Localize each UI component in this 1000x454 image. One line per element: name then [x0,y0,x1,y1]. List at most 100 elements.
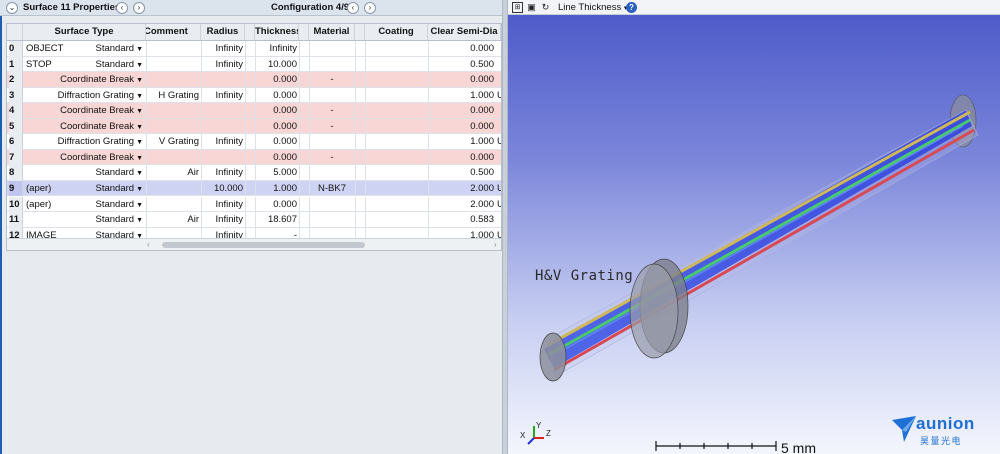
table-row[interactable]: 1 STOP Standard ▼ Infinity 10.000 0.500 [7,56,501,73]
col-clear-semi-dia[interactable]: Clear Semi-Dia [428,24,501,40]
comment-cell[interactable]: Air [147,212,199,227]
scroll-left-icon[interactable]: ‹ [147,240,150,249]
comment-cell[interactable] [147,150,199,165]
coating-cell[interactable] [366,41,427,56]
table-row[interactable]: 3 Diffraction Grating ▼ H Grating Infinity 0.… [7,87,501,104]
coating-cell[interactable] [366,134,427,149]
line-thickness-dropdown[interactable]: Line Thickness ▾ [558,2,627,13]
surface-next-button[interactable]: › [133,2,145,14]
clear-semi-dia-cell[interactable]: 1.000 [428,88,494,103]
surface-type-select[interactable]: Diffraction Grating ▼ [27,134,143,149]
radius-cell[interactable]: Infinity [202,88,243,103]
radius-cell[interactable]: Infinity [202,134,243,149]
col-radius[interactable]: Radius [201,24,245,40]
clear-semi-dia-cell[interactable]: 0.500 [428,165,494,180]
thickness-cell[interactable]: 0.000 [256,103,297,118]
thickness-cell[interactable]: 10.000 [256,57,297,72]
radius-cell[interactable] [202,150,243,165]
thickness-cell[interactable]: 18.607 [256,212,297,227]
horizontal-scrollbar[interactable]: ‹ › [7,238,501,250]
comment-cell[interactable] [147,57,199,72]
row-number[interactable]: 3 [9,87,23,104]
material-cell[interactable] [310,41,354,56]
clear-semi-dia-cell[interactable]: 0.000 [428,103,494,118]
scrollbar-thumb[interactable] [162,242,365,248]
table-row[interactable]: 5 Coordinate Break ▼ 0.000-0.000 [7,118,501,135]
row-number[interactable]: 5 [9,118,23,135]
coating-cell[interactable] [366,150,427,165]
col-comment[interactable]: Comment [146,24,201,40]
radius-cell[interactable]: Infinity [202,57,243,72]
row-number[interactable]: 11 [9,212,23,228]
clear-semi-dia-cell[interactable]: 2.000 [428,181,494,196]
row-number[interactable]: 7 [9,149,23,166]
coating-cell[interactable] [366,181,427,196]
row-number[interactable]: 8 [9,165,23,181]
surface-type-select[interactable]: Standard ▼ [27,165,144,180]
thickness-cell[interactable]: 0.000 [256,88,297,103]
thickness-cell[interactable]: 5.000 [256,165,297,180]
radius-cell[interactable]: Infinity [202,197,243,212]
material-cell[interactable]: - [310,72,354,87]
thickness-cell[interactable]: 0.000 [256,119,297,134]
table-row[interactable]: 7 Coordinate Break ▼ 0.000-0.000 [7,149,501,166]
surface-prev-button[interactable]: ‹ [116,2,128,14]
material-cell[interactable] [310,197,354,212]
coating-cell[interactable] [366,119,427,134]
table-row[interactable]: 11 Standard ▼ Air Infinity 18.607 0.583 [7,212,501,228]
coating-cell[interactable] [366,103,427,118]
clear-semi-dia-cell[interactable]: 0.583 [428,212,494,227]
col-radius-solve[interactable] [245,24,255,40]
clear-semi-dia-cell[interactable]: 0.000 [428,41,494,56]
comment-cell[interactable] [147,72,199,87]
table-row[interactable]: 9(aper)Standard▼10.0001.000N-BK72.000U [7,180,501,197]
coating-cell[interactable] [366,88,427,103]
table-row[interactable]: 4 Coordinate Break ▼ 0.000-0.000 [7,103,501,119]
row-number[interactable]: 6 [9,134,23,150]
thickness-cell[interactable]: 0.000 [256,72,297,87]
clear-semi-dia-cell[interactable]: 1.000 [428,134,494,149]
radius-cell[interactable]: 10.000 [202,181,243,196]
radius-cell[interactable] [202,103,243,118]
comment-cell[interactable]: H Grating [147,88,199,103]
surface-type-select[interactable]: Diffraction Grating ▼ [27,88,143,103]
surface-type-select[interactable]: Standard ▼ [27,197,144,212]
thickness-cell[interactable]: 1.000 [256,181,297,196]
material-cell[interactable]: - [310,119,354,134]
row-number[interactable]: 9 [9,180,23,197]
table-row[interactable]: 2 Coordinate Break ▼ 0.000-0.000 [7,72,501,88]
comment-cell[interactable] [147,181,199,196]
radius-cell[interactable] [202,119,243,134]
surface-type-select[interactable]: Coordinate Break ▼ [27,119,143,134]
material-cell[interactable]: - [310,150,354,165]
table-row[interactable]: 8 Standard ▼ Air Infinity 5.000 0.500 [7,165,501,181]
coating-cell[interactable] [366,165,427,180]
material-cell[interactable] [310,57,354,72]
clear-semi-dia-cell[interactable]: 2.000 [428,197,494,212]
col-thickness-solve[interactable] [299,24,309,40]
comment-cell[interactable] [147,41,199,56]
refresh-icon[interactable]: ↻ [540,2,551,13]
clear-semi-dia-cell[interactable]: 0.000 [428,72,494,87]
coating-cell[interactable] [366,72,427,87]
radius-cell[interactable] [202,72,243,87]
thickness-cell[interactable]: 0.000 [256,134,297,149]
clear-semi-dia-cell[interactable]: 0.000 [428,150,494,165]
col-material[interactable]: Material [309,24,355,40]
coating-cell[interactable] [366,197,427,212]
surface-type-select[interactable]: Standard ▼ [27,41,144,56]
help-icon[interactable]: ? [626,2,637,13]
comment-cell[interactable] [147,197,199,212]
clear-semi-dia-cell[interactable]: 0.500 [428,57,494,72]
material-cell[interactable] [310,165,354,180]
config-next-button[interactable]: › [364,2,376,14]
material-cell[interactable]: - [310,103,354,118]
radius-cell[interactable]: Infinity [202,165,243,180]
layout-scene[interactable]: Y Z X [508,0,1000,454]
coating-cell[interactable] [366,212,427,227]
comment-cell[interactable] [147,119,199,134]
surface-type-select[interactable]: Coordinate Break ▼ [27,103,143,118]
col-thickness[interactable]: Thickness [255,24,299,40]
material-cell[interactable] [310,134,354,149]
save-icon[interactable]: ▣ [526,2,537,13]
